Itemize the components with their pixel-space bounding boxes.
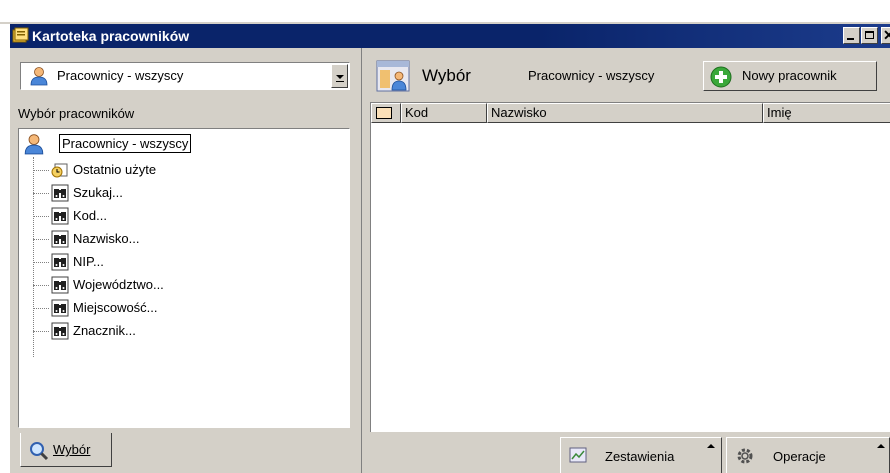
report-icon — [569, 447, 587, 463]
maximize-button[interactable] — [861, 27, 878, 44]
left-panel: Pracownicy - wszyscy Wybór pracowników P… — [10, 48, 361, 473]
employee-grid[interactable]: Kod Nazwisko Imię — [370, 102, 890, 432]
tree-item-label: NIP... — [73, 254, 104, 269]
tab-label: Wybór — [53, 442, 91, 457]
column-header-code[interactable]: Kod — [401, 103, 487, 123]
view-subtitle: Pracownicy - wszyscy — [528, 68, 655, 83]
chevron-down-icon — [336, 75, 344, 79]
left-tabbar: Wybór — [20, 433, 360, 473]
app-window: Kartoteka pracowników ✕ Pracownicy - wsz… — [0, 0, 890, 473]
binoculars-icon — [51, 207, 69, 225]
operations-button[interactable]: Operacje — [726, 437, 890, 473]
section-label: Wybór pracowników — [18, 106, 135, 121]
employee-list-icon — [376, 60, 410, 92]
window-title: Kartoteka pracowników — [32, 28, 190, 44]
maximize-icon — [865, 31, 874, 39]
binoculars-icon — [51, 253, 69, 271]
tree-item-label: Miejscowość... — [73, 300, 158, 315]
binoculars-icon — [51, 184, 69, 202]
tree-item-label: Szukaj... — [73, 185, 123, 200]
tree-item-label: Nazwisko... — [73, 231, 140, 246]
minimize-icon — [847, 38, 854, 40]
close-button[interactable]: ✕ — [881, 27, 890, 44]
binoculars-icon — [51, 276, 69, 294]
tree-item-label: Znacznik... — [73, 323, 136, 338]
filter-combo[interactable]: Pracownicy - wszyscy — [20, 62, 350, 90]
add-icon — [710, 66, 732, 88]
tab-selection[interactable]: Wybór — [20, 433, 112, 467]
new-employee-button[interactable]: Nowy pracownik — [703, 61, 877, 91]
tree-root-label: Pracownicy - wszyscy — [59, 134, 192, 153]
minimize-button[interactable] — [843, 27, 860, 44]
view-title: Wybór — [422, 66, 471, 85]
chevron-up-icon — [707, 444, 715, 448]
close-icon: ✕ — [883, 27, 890, 43]
column-header-surname[interactable]: Nazwisko — [487, 103, 763, 123]
column-header-first-name[interactable]: Imię — [763, 103, 890, 123]
panel-splitter[interactable] — [361, 48, 370, 473]
select-all-header[interactable] — [371, 103, 401, 123]
new-employee-label: Nowy pracownik — [742, 68, 837, 83]
combo-value: Pracownicy - wszyscy — [57, 68, 184, 83]
binoculars-icon — [51, 299, 69, 317]
tree-item-label: Kod... — [73, 208, 107, 223]
right-toolbar: Wybór Pracownicy - wszyscy Nowy pracowni… — [370, 58, 890, 94]
magnifier-icon — [30, 442, 49, 461]
combo-dropdown-button[interactable] — [331, 64, 348, 88]
person-icon — [30, 67, 48, 86]
gear-icon — [737, 448, 753, 464]
bottom-toolbar: Zestawienia Operacje — [370, 432, 890, 473]
right-panel: Wybór Pracownicy - wszyscy Nowy pracowni… — [370, 48, 890, 473]
selection-box-icon — [376, 107, 392, 119]
person-icon — [24, 134, 44, 155]
title-bar[interactable]: Kartoteka pracowników ✕ — [10, 24, 890, 48]
selection-tree[interactable]: Pracownicy - wszyscy Ostatnio użyte Szuk… — [18, 128, 350, 428]
operations-label: Operacje — [773, 449, 826, 464]
grid-header: Kod Nazwisko Imię — [371, 103, 890, 123]
app-card-icon — [12, 27, 29, 43]
reports-label: Zestawienia — [605, 449, 675, 464]
chevron-up-icon — [877, 444, 885, 448]
binoculars-icon — [51, 322, 69, 340]
binoculars-icon — [51, 230, 69, 248]
recent-icon — [51, 163, 68, 178]
reports-button[interactable]: Zestawienia — [560, 437, 722, 473]
tree-item-label: Województwo... — [73, 277, 164, 292]
tree-item-label: Ostatnio użyte — [73, 162, 157, 177]
